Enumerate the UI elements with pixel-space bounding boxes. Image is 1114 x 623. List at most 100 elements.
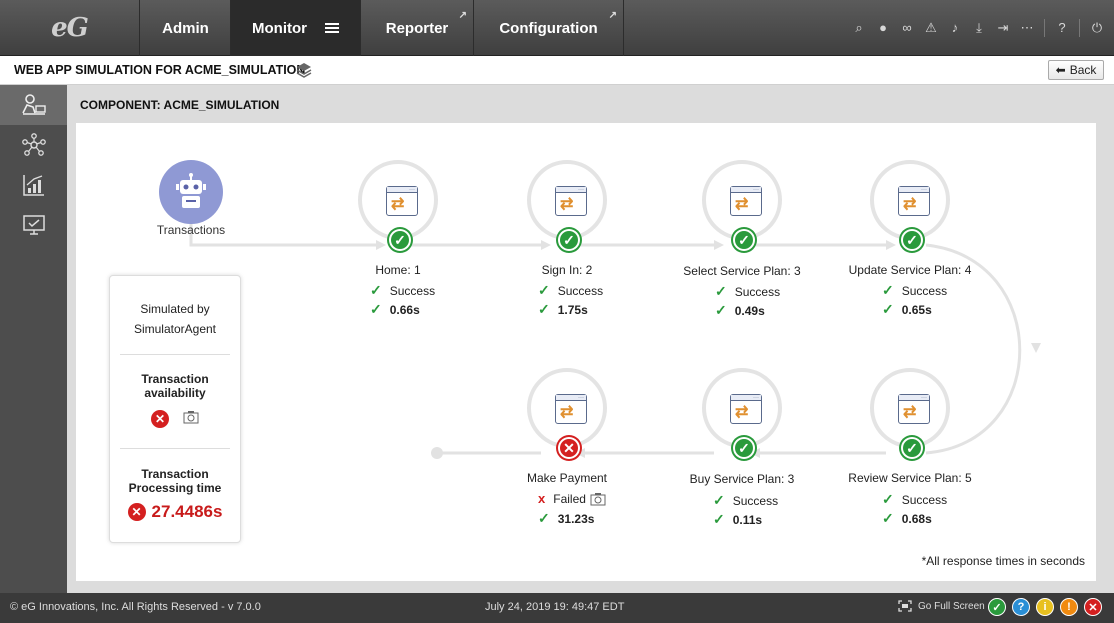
- step-node-review-plan[interactable]: ··· ⇄ ✓: [870, 368, 950, 461]
- main-panel: COMPONENT: ACME_SIMULATION Transactions …: [67, 85, 1114, 593]
- status-text: Success: [389, 283, 436, 298]
- step-node-sign-in[interactable]: ··· ⇄ ✓: [527, 160, 607, 253]
- success-icon: ✓: [731, 227, 757, 253]
- availability-label: Transaction availability: [141, 372, 209, 400]
- step-time: ✓ 0.68s: [882, 510, 932, 527]
- robot-avatar: [159, 160, 223, 224]
- success-icon: ✓: [387, 227, 413, 253]
- web-page-icon: ··· ⇄: [386, 186, 418, 216]
- success-icon: ✓: [899, 227, 925, 253]
- step-name: Home: 1: [375, 263, 421, 277]
- layers-icon[interactable]: [296, 62, 312, 78]
- sidebar-item-dashboard[interactable]: [0, 205, 67, 245]
- step-status: ✓ Success: [882, 491, 947, 508]
- processing-time: ✕ 27.4486s: [120, 502, 230, 522]
- copyright: © eG Innovations, Inc. All Rights Reserv…: [10, 601, 261, 613]
- step-time: ✓ 0.49s: [715, 302, 765, 319]
- simulated-by-label: Simulated by: [140, 302, 210, 316]
- more-icon[interactable]: ⋯: [1020, 21, 1034, 35]
- component-title: COMPONENT: ACME_SIMULATION: [80, 98, 280, 112]
- topology-icon: [21, 133, 46, 156]
- back-arrow-icon: ⬅: [1055, 63, 1066, 77]
- unknown-status-icon[interactable]: ?: [1012, 598, 1030, 616]
- alert-icon[interactable]: ⚠: [924, 21, 938, 35]
- tab-admin-label: Admin: [162, 19, 209, 37]
- step-name: Update Service Plan: 4: [848, 263, 972, 277]
- user-desk-icon: [21, 94, 46, 115]
- time-text: 0.65s: [901, 302, 932, 317]
- bell-icon[interactable]: ♪: [948, 21, 962, 35]
- time-text: 0.49s: [734, 303, 765, 318]
- camera-icon[interactable]: [590, 492, 606, 506]
- divider: [1079, 19, 1080, 37]
- check-icon: ✓: [882, 510, 894, 526]
- datetime: July 24, 2019 19: 49:47 EDT: [485, 601, 625, 613]
- check-icon: ✓: [882, 491, 894, 507]
- step-node-make-payment[interactable]: ··· ⇄ ✕: [527, 368, 607, 461]
- status-text: Success: [734, 284, 781, 299]
- failed-icon: ✕: [151, 410, 169, 428]
- step-time: ✓ 0.11s: [713, 511, 762, 528]
- sidebar-item-user-monitor[interactable]: [0, 85, 67, 125]
- tab-monitor-label: Monitor: [252, 19, 307, 37]
- help-icon[interactable]: ?: [1055, 21, 1069, 35]
- search-icon[interactable]: ⌕: [852, 21, 866, 35]
- check-icon: ✓: [882, 301, 894, 317]
- check-icon: ✓: [713, 511, 725, 527]
- web-page-icon: ··· ⇄: [730, 394, 762, 424]
- check-icon: ✓: [538, 510, 550, 526]
- check-icon: ✓: [538, 301, 550, 317]
- sidebar-item-topology[interactable]: [0, 125, 67, 165]
- user-icon[interactable]: ●: [876, 21, 890, 35]
- time-text: 0.68s: [901, 511, 932, 526]
- step-time: ✓ 1.75s: [538, 301, 588, 318]
- back-button[interactable]: ⬅ Back: [1048, 60, 1104, 80]
- logo-text: eG: [51, 13, 89, 43]
- summary-card: Simulated by SimulatorAgent Transaction …: [109, 275, 241, 543]
- camera-icon[interactable]: [183, 410, 199, 424]
- web-page-icon: ··· ⇄: [898, 394, 930, 424]
- check-icon: ✓: [538, 282, 550, 298]
- processing-value: 27.4486s: [151, 502, 223, 521]
- step-node-home[interactable]: ··· ⇄ ✓: [358, 160, 438, 253]
- power-icon[interactable]: ⏻: [1090, 21, 1104, 35]
- fullscreen-label: Go Full Screen: [918, 600, 985, 612]
- step-name: Review Service Plan: 5: [848, 471, 972, 485]
- web-page-icon: ··· ⇄: [730, 186, 762, 216]
- processing-label: Transaction Processing time: [128, 467, 222, 495]
- step-status: ✓ Success: [713, 492, 778, 509]
- minor-status-icon[interactable]: i: [1036, 598, 1054, 616]
- toolbar-icons: ⌕ ● ∞ ⚠ ♪ ⤓ ⇥ ⋯ ? ⏻: [852, 0, 1104, 56]
- step-name: Make Payment: [526, 471, 608, 485]
- tab-admin[interactable]: Admin: [141, 0, 231, 56]
- step-node-update-plan[interactable]: ··· ⇄ ✓: [870, 160, 950, 253]
- fullscreen-button[interactable]: Go Full Screen: [898, 600, 985, 612]
- eg-logo[interactable]: eG: [0, 0, 140, 56]
- signout-icon[interactable]: ⇥: [996, 21, 1010, 35]
- check-icon: ✓: [370, 301, 382, 317]
- step-name: Buy Service Plan: 3: [689, 472, 795, 486]
- tab-configuration[interactable]: Configuration ↗: [474, 0, 624, 56]
- back-label: Back: [1069, 63, 1097, 77]
- sidebar-item-reports[interactable]: [0, 165, 67, 205]
- link-icon[interactable]: ∞: [900, 21, 914, 35]
- download-icon[interactable]: ⤓: [972, 21, 986, 35]
- menu-icon[interactable]: [324, 21, 339, 35]
- critical-status-icon[interactable]: ✕: [1084, 598, 1102, 616]
- step-node-select-plan[interactable]: ··· ⇄ ✓: [702, 160, 782, 253]
- major-status-icon[interactable]: !: [1060, 598, 1078, 616]
- step-node-buy-plan[interactable]: ··· ⇄ ✓: [702, 368, 782, 461]
- status-text: Success: [901, 283, 948, 298]
- step-name: Select Service Plan: 3: [683, 264, 801, 278]
- cross-icon: x: [538, 491, 546, 506]
- tab-reporter[interactable]: Reporter ↗: [361, 0, 474, 56]
- normal-status-icon[interactable]: ✓: [988, 598, 1006, 616]
- time-text: 1.75s: [557, 302, 588, 317]
- tab-configuration-label: Configuration: [499, 19, 598, 37]
- tab-monitor[interactable]: Monitor: [231, 0, 361, 56]
- divider: [1044, 19, 1045, 37]
- step-status: x Failed: [538, 491, 606, 506]
- status-text: Failed: [553, 491, 586, 506]
- status-text: Success: [901, 492, 948, 507]
- check-icon: ✓: [713, 492, 725, 508]
